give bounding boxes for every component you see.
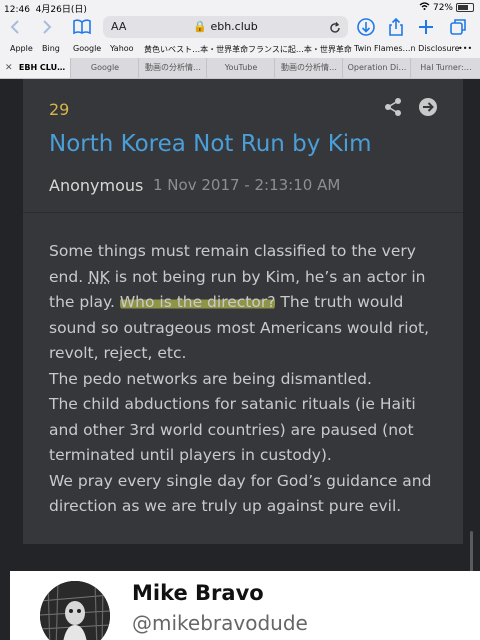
status-right: 72% xyxy=(419,2,474,13)
tweet-display-name: Mike Bravo xyxy=(132,581,264,605)
tab-youtube[interactable]: YouTube xyxy=(206,58,275,78)
address-bar[interactable]: AA 🔒 ebh.club xyxy=(103,16,348,38)
browser-toolbar: AA 🔒 ebh.club xyxy=(0,14,480,40)
tab-bar: ✕ EBH CLU… Google 動画の分析情… YouTube 動画の分析情… xyxy=(0,58,480,79)
bookmark-twin-flames[interactable]: Twin Flames…n Disclosure xyxy=(354,44,460,53)
tab-video-analysis-2[interactable]: 動画の分析情… xyxy=(274,58,343,78)
tabs-overview-icon[interactable] xyxy=(448,17,468,37)
bookmark-france[interactable]: フランスに起…本・世界革命 xyxy=(248,44,352,55)
post-paragraph: Some things must remain classified to th… xyxy=(49,239,449,367)
new-tab-icon[interactable] xyxy=(416,17,436,37)
post-number: 29 xyxy=(49,100,69,119)
reload-icon[interactable] xyxy=(328,18,342,39)
highlighted-text: Who is the director? xyxy=(120,293,276,311)
post-paragraph: The child abductions for satanic rituals… xyxy=(49,392,449,469)
close-tab-icon[interactable]: ✕ xyxy=(5,58,13,78)
lock-icon: 🔒 xyxy=(193,20,207,33)
tab-hal-turner[interactable]: Hal Turner:… xyxy=(410,58,480,78)
embedded-tweet-header: Mike Bravo @mikebravodude xyxy=(10,571,480,640)
forward-icon[interactable] xyxy=(36,17,56,37)
bookmark-apple[interactable]: Apple xyxy=(10,44,33,53)
wifi-icon xyxy=(419,2,430,13)
back-icon[interactable] xyxy=(6,17,26,37)
bookmark-yahoo[interactable]: Yahoo xyxy=(110,44,134,53)
address-url: 🔒 ebh.club xyxy=(103,20,348,33)
post-date: 1 Nov 2017 - 2:13:10 AM xyxy=(153,176,340,194)
favorites-bar: Apple Bing Google Yahoo 黄色いベスト…本・世界革命 フラ… xyxy=(0,40,480,58)
next-arrow-icon[interactable] xyxy=(418,97,438,117)
post-title[interactable]: North Korea Not Run by Kim xyxy=(49,131,372,157)
tab-video-analysis-1[interactable]: 動画の分析情… xyxy=(138,58,207,78)
avatar[interactable] xyxy=(40,581,110,640)
post-paragraph: The pedo networks are being dismantled. xyxy=(49,367,449,393)
tab-google[interactable]: Google xyxy=(70,58,139,78)
bookmark-yellow-vest[interactable]: 黄色いベスト…本・世界革命 xyxy=(144,44,248,55)
share-toolbar-icon[interactable] xyxy=(386,17,406,37)
tab-ebh-club[interactable]: ✕ EBH CLU… xyxy=(0,58,70,78)
bookmark-google[interactable]: Google xyxy=(73,44,101,53)
share-icon[interactable] xyxy=(383,97,403,117)
post-body: Some things must remain classified to th… xyxy=(49,239,449,520)
bookmarks-book-icon[interactable] xyxy=(72,17,92,37)
download-icon[interactable] xyxy=(356,17,376,37)
web-content: 29 North Korea Not Run by Kim Anonymous … xyxy=(0,79,480,640)
post-author: Anonymous xyxy=(49,176,143,195)
status-bar: 12:46 4月26日(日) 72% xyxy=(0,0,480,14)
battery-icon xyxy=(456,3,474,12)
nk-abbr: NK xyxy=(88,268,110,286)
tweet-handle: @mikebravodude xyxy=(132,611,308,635)
battery-percent: 72% xyxy=(433,3,453,13)
post-paragraph: We pray every single day for God’s guida… xyxy=(49,469,449,520)
post-card: 29 North Korea Not Run by Kim Anonymous … xyxy=(23,79,463,544)
bookmark-bing[interactable]: Bing xyxy=(42,44,60,53)
divider xyxy=(23,212,463,213)
tab-operation[interactable]: Operation Di… xyxy=(342,58,411,78)
bookmarks-more[interactable]: ••• xyxy=(458,44,472,53)
